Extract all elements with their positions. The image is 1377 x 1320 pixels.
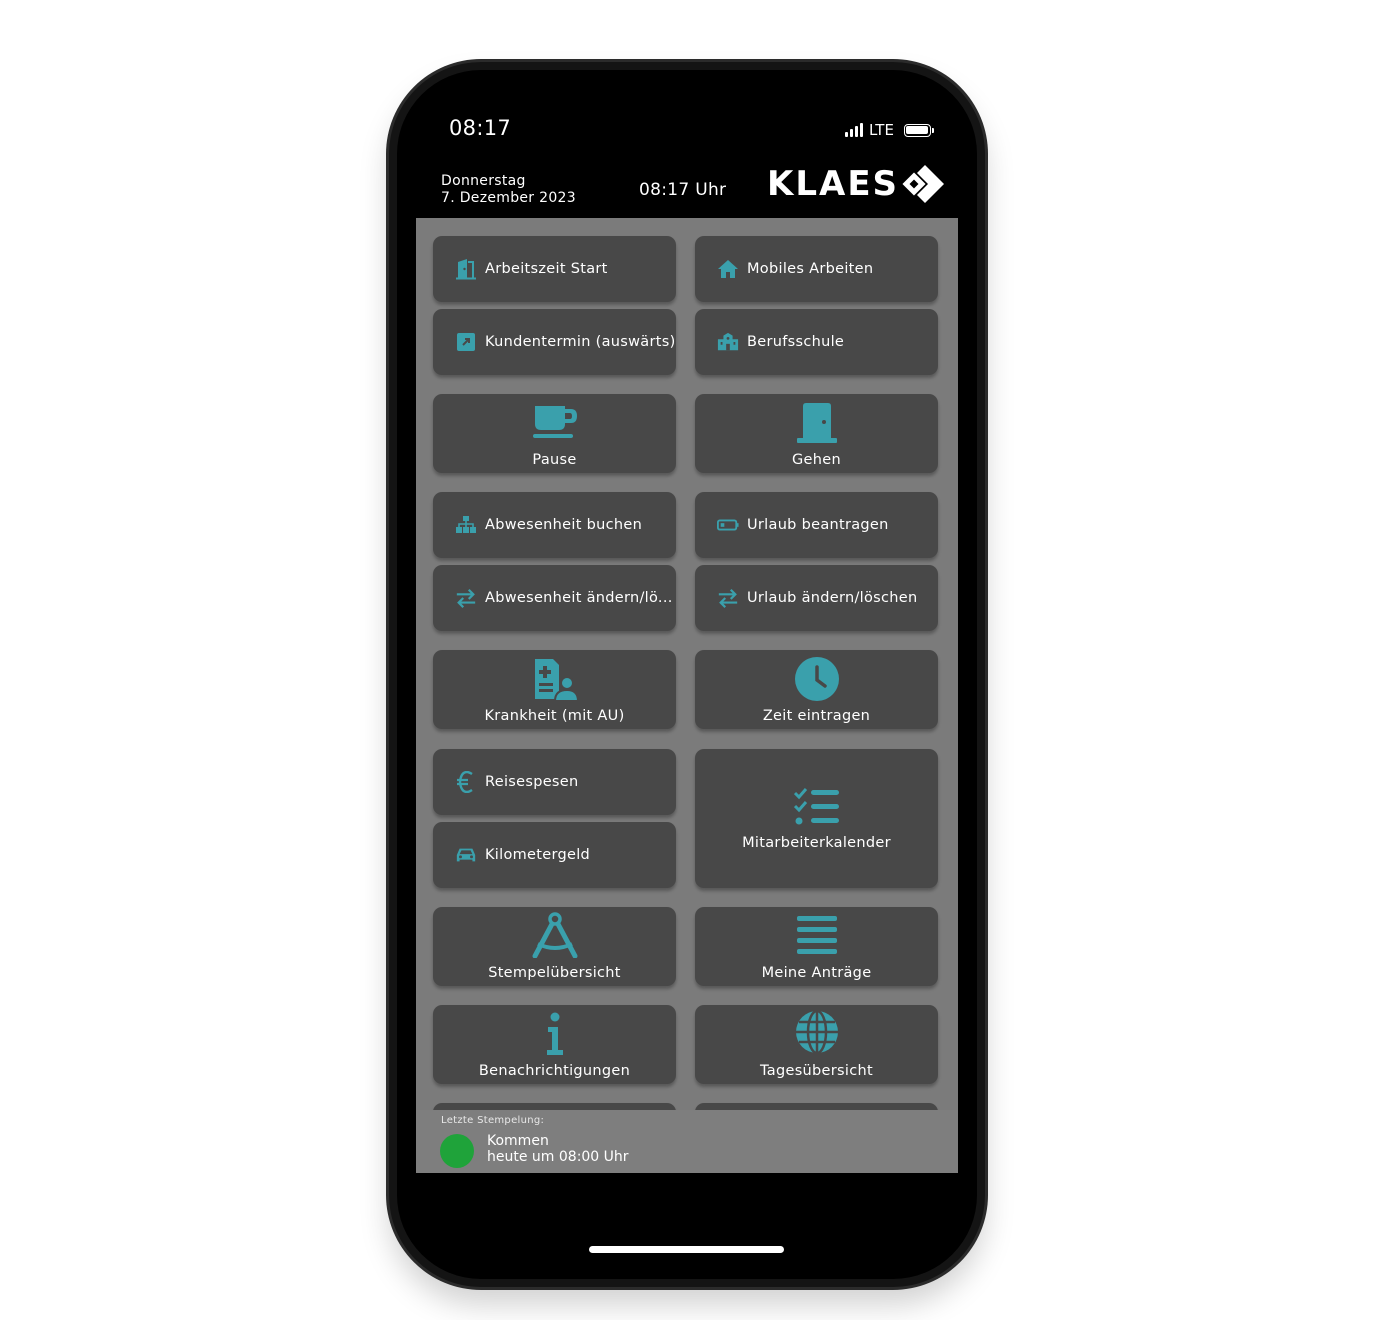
battery-low-icon [717,514,739,536]
tile-label: Urlaub ändern/löschen [747,590,918,606]
pause-button[interactable]: Pause [433,394,676,473]
network-label: LTE [869,121,894,139]
tile-label: Meine Anträge [761,965,872,981]
door-open-icon [455,258,477,280]
sitemap-icon [455,514,477,536]
tile-label: Kundentermin (auswärts) [485,334,676,350]
compass-drafting-icon [433,912,676,958]
school-icon [717,331,739,353]
tile-label: Benachrichtigungen [478,1063,631,1079]
status-indicator-dot [440,1134,474,1168]
tile-label: Reisespesen [485,774,579,790]
checklist-icon [695,787,938,827]
swap-arrows-icon [717,587,739,609]
clock-label: 08:17 Uhr [639,180,727,200]
kundentermin-button[interactable]: Kundentermin (auswärts) [433,309,676,375]
euro-icon [455,771,477,793]
meine-antraege-button[interactable]: Meine Anträge [695,907,938,986]
last-stamp-time: heute um 08:00 Uhr [487,1149,629,1165]
zeit-eintragen-button[interactable]: Zeit eintragen [695,650,938,729]
logo-diamond-icon [902,165,945,203]
krankheit-button[interactable]: Krankheit (mit AU) [433,650,676,729]
tile-label: Krankheit (mit AU) [484,708,625,724]
clock-icon [695,656,938,702]
home-icon [717,258,739,280]
urlaub-aendern-button[interactable]: Urlaub ändern/löschen [695,565,938,631]
tile-label: Abwesenheit buchen [485,517,643,533]
status-indicators: LTE [845,120,934,140]
klaes-logo: KLAES [767,160,949,208]
door-closed-icon [695,402,938,444]
tile-label: Kilometergeld [485,847,591,863]
signal-icon [845,123,863,137]
arbeitszeit-start-button[interactable]: Arbeitszeit Start [433,236,676,302]
abwesenheit-buchen-button[interactable]: Abwesenheit buchen [433,492,676,558]
bars-list-icon [695,914,938,956]
mitarbeiterkalender-button[interactable]: Mitarbeiterkalender [695,749,938,888]
tile-label: Mobiles Arbeiten [747,261,874,277]
berufsschule-button[interactable]: Berufsschule [695,309,938,375]
last-stamp-type: Kommen [487,1133,549,1149]
tile-label: Stempelübersicht [488,965,621,981]
urlaub-beantragen-button[interactable]: Urlaub beantragen [695,492,938,558]
medical-user-icon [433,657,676,701]
tile-label: Abwesenheit ändern/lö... [485,590,673,606]
kilometergeld-button[interactable]: Kilometergeld [433,822,676,888]
benachrichtigungen-button[interactable]: Benachrichtigungen [433,1005,676,1084]
reisespesen-button[interactable]: Reisespesen [433,749,676,815]
status-time: 08:17 [449,116,512,140]
tile-label: Tagesübersicht [760,1063,873,1079]
tile-label: Urlaub beantragen [747,517,889,533]
globe-icon [695,1009,938,1055]
mobiles-arbeiten-button[interactable]: Mobiles Arbeiten [695,236,938,302]
abwesenheit-aendern-button[interactable]: Abwesenheit ändern/lö... [433,565,676,631]
logo-text: KLAES [767,164,900,204]
gehen-button[interactable]: Gehen [695,394,938,473]
date-display: Donnerstag 7. Dezember 2023 [441,173,576,207]
tile-label: Zeit eintragen [762,708,871,724]
stempeluebersicht-button[interactable]: Stempelübersicht [433,907,676,986]
weekday-label: Donnerstag [441,173,526,189]
swap-arrows-icon [455,587,477,609]
last-stamp-bar: Letzte Stempelung: Kommen heute um 08:00… [416,1110,958,1173]
last-stamp-title: Letzte Stempelung: [441,1115,545,1126]
battery-icon [903,123,934,137]
tile-label: Berufsschule [747,334,845,350]
tile-label: Arbeitszeit Start [485,261,608,277]
info-icon [433,1012,676,1056]
external-link-icon [455,331,477,353]
car-icon [455,844,477,866]
tile-label: Gehen [792,452,841,468]
tile-label: Pause [532,452,577,468]
tagesuebersicht-button[interactable]: Tagesübersicht [695,1005,938,1084]
home-indicator[interactable] [589,1246,784,1253]
tile-label: Mitarbeiterkalender [742,835,891,851]
date-label: 7. Dezember 2023 [441,190,576,206]
dashboard-grid: Arbeitszeit Start Mobiles Arbeiten Kunde… [416,218,958,1173]
coffee-cup-icon [433,404,676,440]
